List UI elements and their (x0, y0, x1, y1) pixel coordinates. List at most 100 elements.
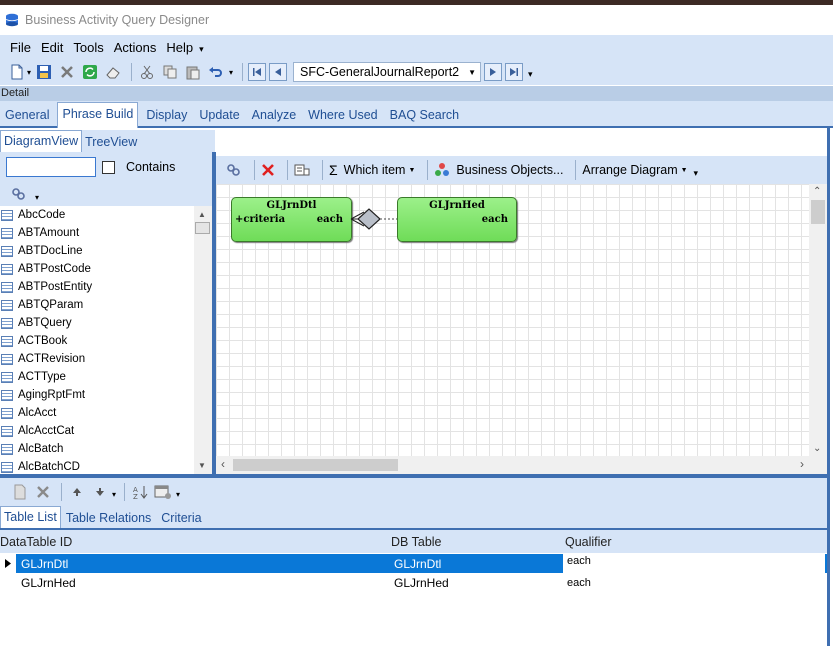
delete-icon[interactable] (57, 62, 77, 82)
cell-qualifier[interactable]: each (563, 554, 825, 573)
remove-icon[interactable] (261, 163, 275, 177)
list-item[interactable]: AlcAcctCat (0, 422, 194, 440)
table-list-scrollbar[interactable]: ▲ ▼ (194, 206, 212, 474)
diagram-canvas[interactable]: GLJrnDtl +criteria each GLJrnHed each (216, 184, 809, 456)
toolbar-overflow-icon[interactable]: ▾ (528, 69, 533, 80)
scrollbar-thumb[interactable] (233, 459, 398, 471)
delete-row-icon[interactable] (33, 482, 53, 502)
link-icon[interactable] (226, 163, 242, 177)
scroll-up-icon[interactable]: ⌃ (813, 186, 821, 197)
arrange-diagram-dropdown[interactable]: Arrange Diagram ▼ (582, 163, 687, 177)
tab-analyze[interactable]: Analyze (248, 108, 300, 126)
relationship-connector[interactable] (350, 206, 398, 232)
move-down-icon[interactable] (90, 482, 110, 502)
tab-phrase-build[interactable]: Phrase Build (57, 102, 139, 128)
toolbar-overflow-icon[interactable]: ▾ (694, 168, 699, 179)
report-selector[interactable]: SFC-GeneralJournalReport2 ▼ (293, 62, 482, 82)
undo-dropdown-icon[interactable]: ▾ (229, 68, 233, 77)
list-item[interactable]: ABTQuery (0, 314, 194, 332)
column-header-qualifier[interactable]: Qualifier (565, 535, 612, 549)
grid-settings-icon[interactable] (153, 482, 173, 502)
list-item[interactable]: AbcCode (0, 206, 194, 224)
new-dropdown-icon[interactable]: ▾ (27, 68, 31, 77)
tab-where-used[interactable]: Where Used (304, 108, 381, 126)
table-row[interactable]: GLJrnDtl GLJrnDtl each (0, 554, 827, 573)
table-row[interactable]: GLJrnHed GLJrnHed each (0, 573, 827, 592)
menu-overflow-icon[interactable]: ▾ (199, 44, 204, 55)
menu-help[interactable]: Help (166, 40, 193, 55)
list-item[interactable]: AlcAcct (0, 404, 194, 422)
tab-display[interactable]: Display (142, 108, 191, 126)
scrollbar-thumb[interactable] (195, 222, 210, 234)
link-dropdown-icon[interactable]: ▾ (35, 193, 39, 202)
column-header-datatable-id[interactable]: DataTable ID (0, 535, 72, 549)
first-record-icon[interactable] (248, 63, 267, 81)
move-dropdown-icon[interactable]: ▾ (112, 490, 116, 499)
list-item[interactable]: ACTRevision (0, 350, 194, 368)
table-search-input[interactable] (6, 157, 96, 177)
scroll-down-icon[interactable]: ⌄ (813, 443, 821, 454)
link-icon[interactable] (11, 187, 27, 201)
list-item[interactable]: AlcBatchCD (0, 458, 194, 474)
entity-gljrnhed[interactable]: GLJrnHed each (397, 197, 517, 242)
scroll-down-icon[interactable]: ▼ (198, 461, 206, 470)
undo-icon[interactable] (206, 62, 226, 82)
cell-qualifier[interactable]: each (567, 577, 591, 589)
tab-criteria[interactable]: Criteria (158, 511, 204, 528)
new-icon[interactable] (7, 62, 27, 82)
list-item[interactable]: ABTPostCode (0, 260, 194, 278)
next-record-icon[interactable] (484, 63, 503, 81)
tab-baq-search[interactable]: BAQ Search (386, 108, 463, 126)
tab-table-relations[interactable]: Table Relations (63, 511, 154, 528)
list-item[interactable]: ABTAmount (0, 224, 194, 242)
business-objects-button[interactable]: Business Objects... (456, 163, 563, 177)
list-item[interactable]: ACTType (0, 368, 194, 386)
refresh-icon[interactable] (80, 62, 100, 82)
cell-db-table: GLJrnHed (394, 575, 449, 590)
cut-icon[interactable] (137, 62, 157, 82)
grid-settings-dropdown-icon[interactable]: ▾ (176, 490, 180, 499)
table-properties-icon[interactable] (294, 163, 310, 177)
save-icon[interactable] (34, 62, 54, 82)
tab-update[interactable]: Update (195, 108, 243, 126)
copy-icon[interactable] (160, 62, 180, 82)
which-item-dropdown[interactable]: Which item ▼ (344, 163, 416, 177)
row-selector-icon[interactable] (0, 554, 16, 573)
list-item[interactable]: ACTBook (0, 332, 194, 350)
column-header-db-table[interactable]: DB Table (391, 535, 442, 549)
list-item[interactable]: ABTDocLine (0, 242, 194, 260)
bottom-toolbar: ▾ AZ ▾ (0, 478, 827, 506)
menu-file[interactable]: File (10, 40, 31, 55)
sum-icon[interactable]: Σ (329, 162, 338, 178)
diagram-vertical-scrollbar[interactable]: ⌃ ⌄ (809, 184, 827, 456)
scroll-right-icon[interactable]: › (800, 457, 804, 471)
list-item[interactable]: ABTQParam (0, 296, 194, 314)
scroll-up-icon[interactable]: ▲ (198, 210, 206, 219)
list-item[interactable]: AgingRptFmt (0, 386, 194, 404)
diagram-horizontal-scrollbar[interactable]: ‹ › (216, 456, 809, 474)
last-record-icon[interactable] (505, 63, 524, 81)
list-item[interactable]: ABTPostEntity (0, 278, 194, 296)
tab-general[interactable]: General (1, 108, 53, 126)
entity-gljrndtl[interactable]: GLJrnDtl +criteria each (231, 197, 352, 242)
previous-record-icon[interactable] (269, 63, 288, 81)
scrollbar-thumb[interactable] (811, 200, 825, 224)
menu-edit[interactable]: Edit (41, 40, 63, 55)
chevron-down-icon[interactable]: ▼ (464, 63, 480, 81)
tab-tree-view[interactable]: TreeView (82, 135, 140, 152)
new-row-icon[interactable] (10, 482, 30, 502)
eraser-icon[interactable] (103, 62, 123, 82)
sort-icon[interactable]: AZ (130, 482, 150, 502)
move-up-icon[interactable] (67, 482, 87, 502)
tab-table-list[interactable]: Table List (0, 506, 61, 528)
contains-checkbox[interactable] (102, 160, 115, 174)
business-objects-icon[interactable] (434, 162, 450, 178)
tab-diagram-view[interactable]: DiagramView (0, 130, 83, 152)
menu-bar: File Edit Tools Actions Help ▾ (0, 35, 833, 59)
paste-icon[interactable] (183, 62, 203, 82)
list-item[interactable]: AlcBatch (0, 440, 194, 458)
menu-actions[interactable]: Actions (114, 40, 157, 55)
report-name: SFC-GeneralJournalReport2 (300, 65, 460, 79)
menu-tools[interactable]: Tools (73, 40, 103, 55)
scroll-left-icon[interactable]: ‹ (221, 457, 225, 471)
